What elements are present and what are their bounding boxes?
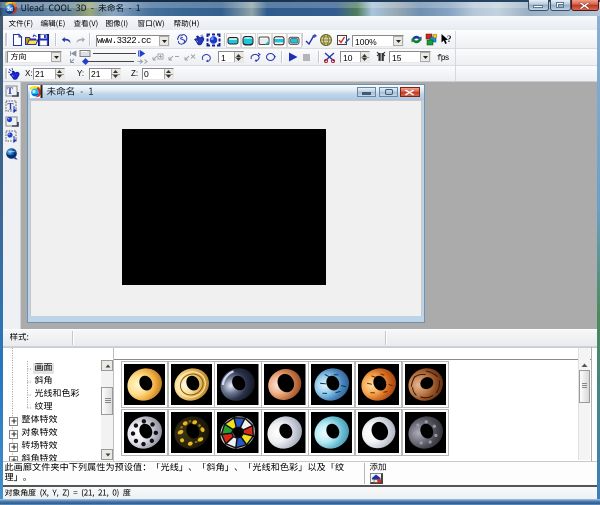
svg-text:T: T	[8, 102, 14, 112]
svg-text:3d: 3d	[7, 7, 13, 13]
svg-text:?: ?	[447, 34, 452, 44]
svg-text:T: T	[7, 86, 13, 96]
